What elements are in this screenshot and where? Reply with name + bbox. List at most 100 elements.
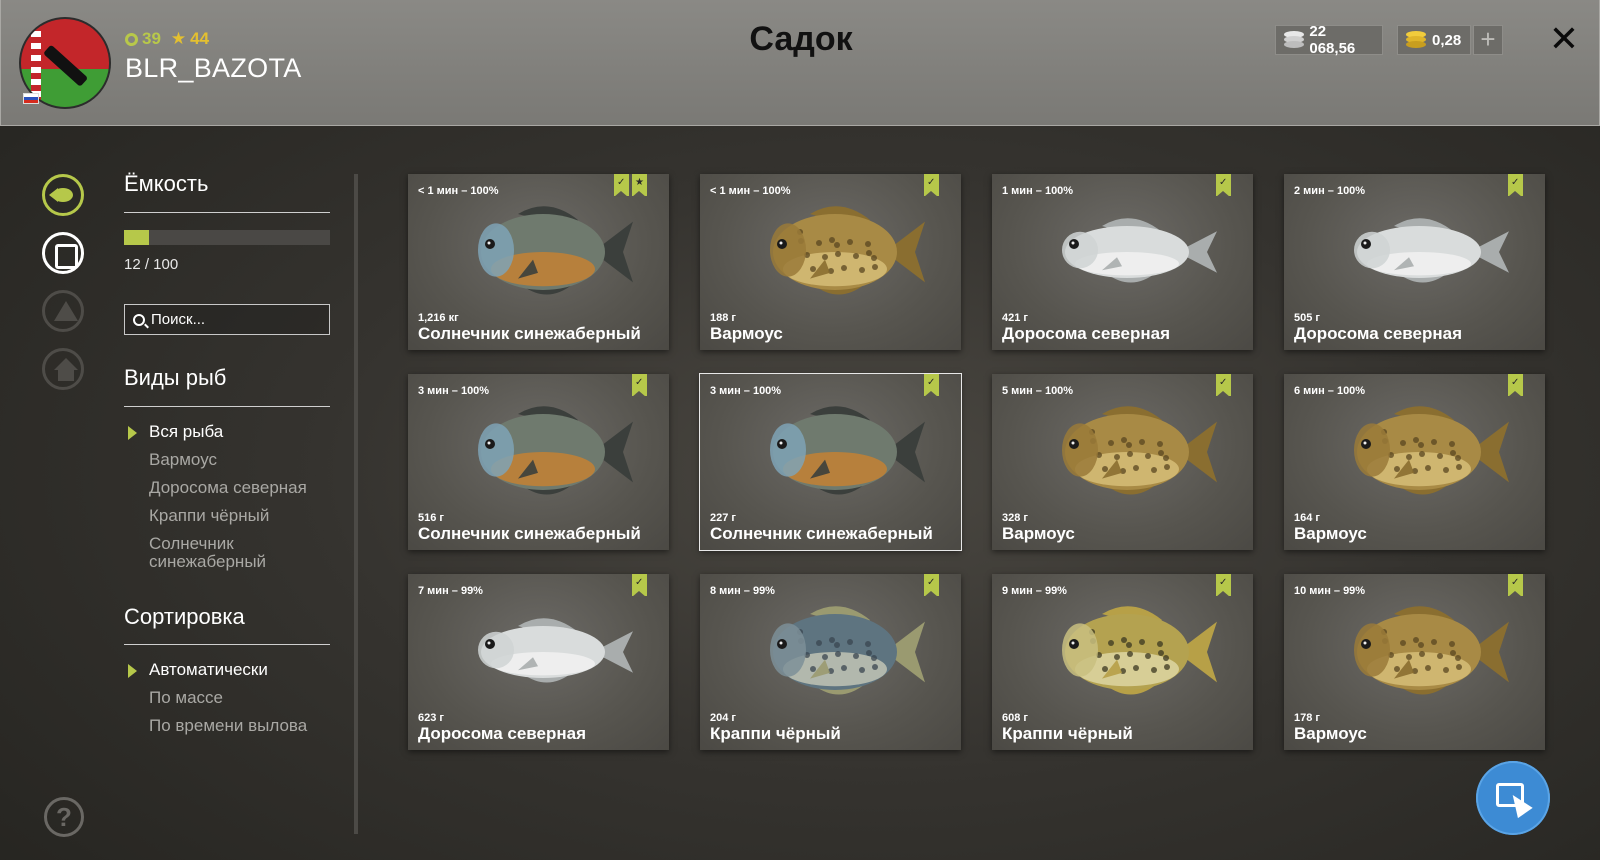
fish-name: Крапп­и чёрный: [710, 724, 841, 743]
fish-card[interactable]: 10 мин – 99% ✓ 178 г Вармоус: [1284, 574, 1545, 750]
catch-time: 9 мин – 99%: [1002, 585, 1067, 597]
catch-time: 6 мин – 100%: [1294, 385, 1366, 397]
star-icon: ★: [635, 177, 644, 188]
fish-image: [478, 406, 633, 495]
fish-card[interactable]: 8 мин – 99% ✓ 204 г Крапп­и чёрный: [700, 574, 961, 750]
search-icon: [133, 313, 145, 326]
sort-options-list: Автоматически По массе По времени вылова: [124, 661, 324, 745]
species-divider: [124, 406, 330, 407]
fish-image: [1354, 406, 1509, 495]
fish-weight: 516 г: [418, 512, 444, 524]
check-icon: ✓: [1511, 577, 1520, 588]
help-icon[interactable]: ?: [44, 797, 84, 837]
close-button[interactable]: ✕: [1546, 21, 1582, 58]
catch-time: 10 мин – 99%: [1294, 585, 1366, 597]
kept-bookmark-icon[interactable]: ✓: [614, 174, 629, 197]
fish-weight: 227 г: [710, 512, 736, 524]
silver-coins-icon: [1284, 31, 1304, 49]
fish-image: [770, 406, 925, 495]
fish-name: Вармоус: [1294, 724, 1367, 743]
kept-bookmark-icon[interactable]: ✓: [1216, 174, 1231, 197]
check-icon: ✓: [1511, 377, 1520, 388]
kept-bookmark-icon[interactable]: ✓: [1508, 574, 1523, 597]
check-icon: ✓: [1219, 377, 1228, 388]
fish-image: [770, 206, 925, 295]
fish-card[interactable]: 3 мин – 100% ✓ 227 г Солнечник синежабер…: [699, 373, 962, 551]
capacity-bar-fill: [124, 230, 149, 245]
kept-bookmark-icon[interactable]: ✓: [632, 374, 647, 397]
kept-bookmark-icon[interactable]: ✓: [1216, 374, 1231, 397]
catch-time: 1 мин – 100%: [1002, 185, 1074, 197]
species-filter-item-3[interactable]: Крапп­и чёрный: [124, 507, 324, 525]
kept-bookmark-icon[interactable]: ✓: [632, 574, 647, 597]
check-icon: ✓: [1219, 177, 1228, 188]
fish-card[interactable]: 6 мин – 100% ✓ 164 г Вармоус: [1284, 374, 1545, 550]
trophy-bookmark-icon[interactable]: ★: [632, 174, 647, 197]
backpack-tab-icon[interactable]: [42, 232, 84, 274]
panel-divider: [354, 174, 358, 834]
cursor-mode-button[interactable]: [1476, 761, 1550, 835]
fish-keepnet-tab-icon[interactable]: [42, 174, 84, 216]
fish-name: Солнечник синежаберный: [418, 324, 641, 343]
fish-card[interactable]: 3 мин – 100% ✓ 516 г Солнечник синежабер…: [408, 374, 669, 550]
species-filter-item-1[interactable]: Вармоус: [124, 451, 324, 469]
fish-weight: 164 г: [1294, 512, 1320, 524]
catch-time: < 1 мин – 100%: [710, 185, 791, 197]
catch-time: 8 мин – 99%: [710, 585, 775, 597]
fish-name: Вармоус: [1294, 524, 1367, 543]
catch-time: 5 мин – 100%: [1002, 385, 1074, 397]
fish-card[interactable]: 7 мин – 99% ✓ 623 г Доросома северная: [408, 574, 669, 750]
fish-name: Доросома северная: [1294, 324, 1463, 343]
kept-bookmark-icon[interactable]: ✓: [1508, 374, 1523, 397]
sort-option-item-2[interactable]: По времени вылова: [124, 717, 324, 735]
check-icon: ✓: [635, 377, 644, 388]
gold-balance: 0,28: [1397, 25, 1471, 55]
fish-name: Вармоус: [710, 324, 783, 343]
search-input[interactable]: [151, 311, 321, 328]
kept-bookmark-icon[interactable]: ✓: [924, 574, 939, 597]
fish-weight: 204 г: [710, 712, 736, 724]
kept-bookmark-icon[interactable]: ✓: [1508, 174, 1523, 197]
fish-name: Солнечник синежаберный: [710, 524, 933, 543]
species-filter-item-0[interactable]: Вся рыба: [124, 423, 324, 441]
fish-name: Солнечник синежаберный: [418, 524, 641, 543]
fish-card[interactable]: 1 мин – 100% ✓ 421 г Доросома северная: [992, 174, 1253, 350]
species-filter-item-4[interactable]: Солнечник синежаберный: [124, 535, 324, 571]
fish-name: Крапп­и чёрный: [1002, 724, 1133, 743]
kept-bookmark-icon[interactable]: ✓: [924, 174, 939, 197]
check-icon: ✓: [927, 577, 936, 588]
catch-time: 3 мин – 100%: [710, 385, 782, 397]
catch-time: < 1 мин – 100%: [418, 185, 499, 197]
fish-weight: 188 г: [710, 312, 736, 324]
silver-balance: 22 068,56: [1275, 23, 1383, 57]
kept-bookmark-icon[interactable]: ✓: [1216, 574, 1231, 597]
fish-image: [1062, 218, 1217, 283]
fish-image: [478, 206, 633, 295]
fish-image: [1354, 606, 1509, 695]
tackle-tab-icon[interactable]: [42, 290, 84, 332]
fish-card[interactable]: 9 мин – 99% ✓ 608 г Крапп­и чёрный: [992, 574, 1253, 750]
fish-weight: 505 г: [1294, 312, 1320, 324]
sort-option-item-1[interactable]: По массе: [124, 689, 324, 707]
species-title: Виды рыб: [124, 365, 227, 390]
kept-bookmark-icon[interactable]: ✓: [924, 374, 939, 397]
catch-time: 3 мин – 100%: [418, 385, 490, 397]
fish-card[interactable]: 5 мин – 100% ✓ 328 г Вармоус: [992, 374, 1253, 550]
fish-card[interactable]: 2 мин – 100% ✓ 505 г Доросома северная: [1284, 174, 1545, 350]
check-icon: ✓: [617, 177, 626, 188]
search-box[interactable]: [124, 304, 330, 335]
sort-option-item-0[interactable]: Автоматически: [124, 661, 324, 679]
fish-image: [1062, 406, 1217, 495]
check-icon: ✓: [1219, 577, 1228, 588]
home-tab-icon[interactable]: [42, 348, 84, 390]
species-filter-item-2[interactable]: Доросома северная: [124, 479, 324, 497]
fish-card[interactable]: < 1 мин – 100% ✓ 188 г Вармоус: [700, 174, 961, 350]
fish-card[interactable]: < 1 мин – 100% ✓ ★ 1,216 кг Солнечник син…: [408, 174, 669, 350]
species-filter-list: Вся рыба Вармоус Доросома северная Крапп­и …: [124, 423, 324, 581]
fish-name: Доросома северная: [1002, 324, 1171, 343]
add-currency-button[interactable]: +: [1473, 25, 1503, 55]
fish-name: Вармоус: [1002, 524, 1075, 543]
capacity-title: Ёмкость: [124, 171, 209, 196]
fish-weight: 608 г: [1002, 712, 1028, 724]
fish-image: [478, 618, 633, 683]
